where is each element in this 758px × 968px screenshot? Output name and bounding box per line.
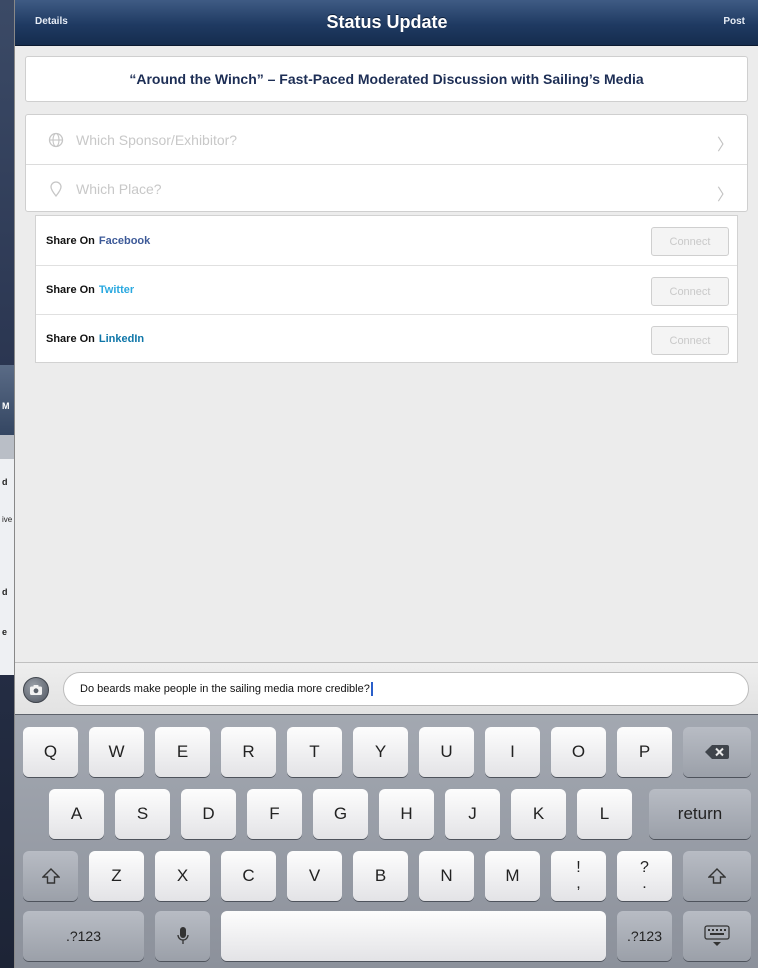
key-k[interactable]: K: [511, 789, 566, 839]
background-text: e: [2, 627, 8, 637]
backspace-key[interactable]: [683, 727, 751, 777]
key-g[interactable]: G: [313, 789, 368, 839]
share-prefix: Share On: [46, 333, 95, 345]
dictation-key[interactable]: [155, 911, 210, 961]
share-prefix: Share On: [46, 234, 95, 247]
share-row-linkedin: Share On LinkedIn Connect: [36, 314, 737, 363]
numbers-key-right[interactable]: .?123: [617, 911, 672, 961]
key-t[interactable]: T: [287, 727, 342, 777]
key-question-period[interactable]: ?.: [617, 851, 672, 901]
key-o[interactable]: O: [551, 727, 606, 777]
status-text-value: Do beards make people in the sailing med…: [80, 683, 370, 695]
background-text: ive: [2, 515, 13, 524]
key-f[interactable]: F: [247, 789, 302, 839]
shift-icon: [708, 868, 726, 884]
key-v[interactable]: V: [287, 851, 342, 901]
key-s[interactable]: S: [115, 789, 170, 839]
return-key[interactable]: return: [649, 789, 751, 839]
connect-twitter-button[interactable]: Connect: [651, 277, 729, 306]
connect-facebook-button[interactable]: Connect: [651, 227, 729, 256]
status-text-input[interactable]: Do beards make people in the sailing med…: [63, 672, 749, 706]
chevron-right-icon: 〉: [716, 187, 733, 204]
share-prefix: Share On: [46, 284, 95, 296]
key-h[interactable]: H: [379, 789, 434, 839]
key-j[interactable]: J: [445, 789, 500, 839]
key-y[interactable]: Y: [353, 727, 408, 777]
key-top-glyph: ?: [640, 859, 649, 876]
key-u[interactable]: U: [419, 727, 474, 777]
key-m[interactable]: M: [485, 851, 540, 901]
hide-keyboard-key[interactable]: [683, 911, 751, 961]
key-e[interactable]: E: [155, 727, 210, 777]
hide-keyboard-icon: [704, 925, 730, 946]
key-b[interactable]: B: [353, 851, 408, 901]
key-l[interactable]: L: [577, 789, 632, 839]
connect-linkedin-button[interactable]: Connect: [651, 326, 729, 355]
key-d[interactable]: D: [181, 789, 236, 839]
session-title: “Around the Winch” – Fast-Paced Moderate…: [25, 56, 748, 102]
text-cursor: [370, 682, 373, 696]
network-name-linkedin: LinkedIn: [98, 333, 145, 345]
key-exclamation-comma[interactable]: !,: [551, 851, 606, 901]
page-title: Status Update: [326, 12, 448, 32]
share-options: Share On Facebook Connect Share On Twitt…: [35, 215, 738, 363]
selector-group: Which Sponsor/Exhibitor? 〉 Which Place? …: [25, 114, 748, 212]
place-selector-placeholder: Which Place?: [76, 181, 162, 197]
key-bottom-glyph: .: [642, 875, 647, 892]
chevron-right-icon: 〉: [716, 137, 733, 154]
key-a[interactable]: A: [49, 789, 104, 839]
background-text: M: [2, 401, 10, 411]
onscreen-keyboard: Q W E R T Y U I O P A S D F G H J K L re…: [15, 714, 758, 968]
place-selector[interactable]: Which Place? 〉: [26, 164, 747, 213]
camera-button[interactable]: [23, 677, 49, 703]
key-bottom-glyph: ,: [576, 875, 581, 892]
space-bar[interactable]: [221, 911, 606, 961]
status-update-panel: Details Status Update Post “Around the W…: [14, 0, 758, 968]
network-name-facebook: Facebook: [98, 234, 151, 247]
shift-left-key[interactable]: [23, 851, 78, 901]
key-q[interactable]: Q: [23, 727, 78, 777]
sponsor-selector-placeholder: Which Sponsor/Exhibitor?: [76, 131, 238, 148]
key-top-glyph: !: [576, 859, 581, 876]
backspace-icon: [705, 745, 729, 759]
background-text: d: [2, 477, 8, 487]
navigation-bar: Details Status Update Post: [15, 0, 758, 46]
key-r[interactable]: R: [221, 727, 276, 777]
key-c[interactable]: C: [221, 851, 276, 901]
sponsor-selector[interactable]: Which Sponsor/Exhibitor? 〉: [26, 115, 747, 164]
microphone-icon: [176, 927, 189, 944]
share-row-facebook: Share On Facebook Connect: [36, 216, 737, 265]
shift-icon: [41, 868, 60, 884]
globe-icon: [46, 130, 66, 150]
key-x[interactable]: X: [155, 851, 210, 901]
camera-icon: [30, 685, 42, 695]
key-i[interactable]: I: [485, 727, 540, 777]
key-z[interactable]: Z: [89, 851, 144, 901]
key-p[interactable]: P: [617, 727, 672, 777]
network-name-twitter: Twitter: [98, 284, 135, 296]
numbers-key-left[interactable]: .?123: [23, 911, 144, 961]
location-pin-icon: [46, 179, 66, 199]
share-row-twitter: Share On Twitter Connect: [36, 265, 737, 314]
shift-right-key[interactable]: [683, 851, 751, 901]
key-n[interactable]: N: [419, 851, 474, 901]
compose-bar: Do beards make people in the sailing med…: [15, 662, 758, 714]
key-w[interactable]: W: [89, 727, 144, 777]
post-button[interactable]: Post: [723, 16, 745, 27]
background-text: d: [2, 587, 8, 597]
